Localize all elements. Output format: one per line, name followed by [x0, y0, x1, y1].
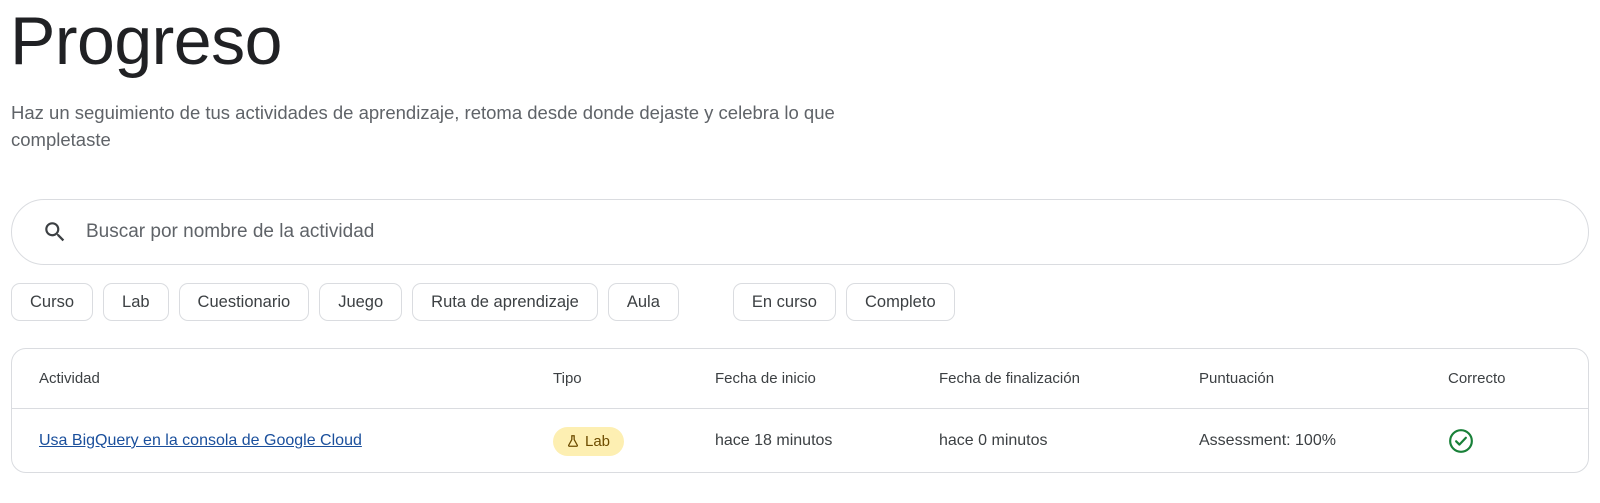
search-input[interactable]	[86, 212, 1486, 252]
flask-icon	[566, 434, 580, 448]
column-header-fecha-fin: Fecha de finalización	[939, 370, 1080, 387]
column-header-fecha-inicio: Fecha de inicio	[715, 370, 816, 387]
filter-chip-lab[interactable]: Lab	[103, 283, 169, 321]
filter-chip-juego[interactable]: Juego	[319, 283, 403, 321]
activity-link[interactable]: Usa BigQuery en la consola de Google Clo…	[39, 432, 362, 450]
end-date: hace 0 minutos	[939, 432, 1048, 449]
filter-chip-curso[interactable]: Curso	[11, 283, 94, 321]
column-header-tipo: Tipo	[553, 370, 582, 387]
column-header-puntuacion: Puntuación	[1199, 370, 1275, 387]
table-row: Usa BigQuery en la consola de Google Clo…	[12, 409, 1588, 472]
search-icon[interactable]	[40, 217, 70, 247]
page-title: Progreso	[10, 3, 282, 79]
page-subtitle: Haz un seguimiento de tus actividades de…	[11, 102, 835, 150]
column-header-correcto: Correcto	[1448, 370, 1506, 387]
filter-chip-aula[interactable]: Aula	[607, 283, 679, 321]
check-circle-icon	[1448, 428, 1474, 454]
filter-chip-en-curso[interactable]: En curso	[732, 283, 836, 321]
type-badge-label: Lab	[585, 432, 611, 450]
start-date: hace 18 minutos	[715, 432, 833, 449]
filter-chip-completo[interactable]: Completo	[846, 283, 955, 321]
filter-chip-cuestionario[interactable]: Cuestionario	[178, 283, 310, 321]
activity-table: Actividad Tipo Fecha de inicio Fecha de …	[11, 348, 1589, 473]
table-header: Actividad Tipo Fecha de inicio Fecha de …	[12, 349, 1588, 409]
filter-chip-ruta[interactable]: Ruta de aprendizaje	[412, 283, 598, 321]
type-badge: Lab	[553, 426, 625, 456]
score: Assessment: 100%	[1199, 432, 1336, 449]
search-bar[interactable]	[11, 199, 1589, 265]
column-header-actividad: Actividad	[39, 370, 100, 387]
filter-chips: Curso Lab Cuestionario Juego Ruta de apr…	[11, 283, 965, 321]
